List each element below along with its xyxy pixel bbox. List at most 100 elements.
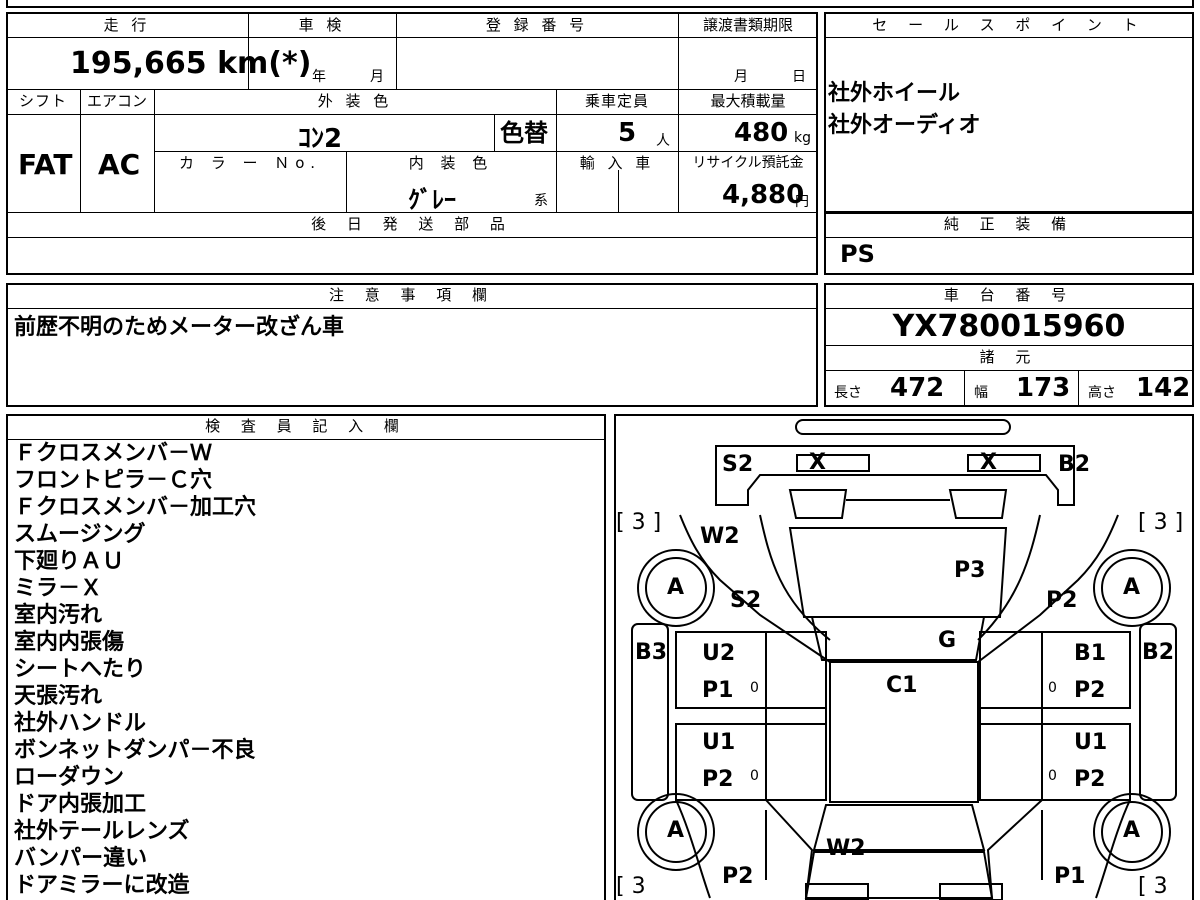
width-label: 幅 xyxy=(974,385,988,401)
label-a-rear-right: A xyxy=(1123,575,1141,600)
shift-header: シフト xyxy=(18,92,67,110)
transfer-day: 日 xyxy=(792,69,806,85)
inspection-month: 月 xyxy=(370,69,384,85)
aircon-header: エアコン xyxy=(86,92,147,110)
inspector-note-item: 下廻りＡＵ xyxy=(14,549,125,574)
inspector-note-item: フロントピラ－Ｃ穴 xyxy=(14,468,213,493)
inspection-year: 年 xyxy=(312,69,326,85)
inspector-note-item: Ｆクロスメンバ－加工穴 xyxy=(14,495,257,520)
mileage-header: 走 行 xyxy=(103,16,151,34)
genuine-equipment-value: PS xyxy=(840,240,875,268)
capacity-unit: 人 xyxy=(656,133,670,149)
transfer-deadline-header: 譲渡書類期限 xyxy=(702,16,793,34)
inspector-note-item: 室内内張傷 xyxy=(14,630,125,655)
tick-4: 0 xyxy=(1048,768,1057,784)
label-s2-rear: S2 xyxy=(722,452,754,477)
label-g: G xyxy=(938,628,957,653)
tick-1: 0 xyxy=(750,680,759,696)
registration-header: 登 録 番 号 xyxy=(485,16,589,34)
shift-value: FAT xyxy=(18,148,73,181)
transfer-month: 月 xyxy=(734,69,748,85)
repaint-label: 色替 xyxy=(500,119,548,147)
label-x-right: X xyxy=(980,450,997,475)
label-p2-left: P2 xyxy=(702,767,734,792)
inspector-note-item: ボンネットダンパ－不良 xyxy=(14,738,256,763)
bracket-bottom-right: [ 3 xyxy=(1138,874,1168,899)
top-edge-stub xyxy=(6,0,1194,8)
inspector-notes-list: Ｆクロスメンバ－Ｗ フロントピラ－Ｃ穴 Ｆクロスメンバ－加工穴 スムージング 下廻りＡＵ… xyxy=(14,440,256,899)
label-s2-left: S2 xyxy=(730,588,762,613)
inspector-header: 検 査 員 記 入 欄 xyxy=(205,417,407,435)
height-label: 高さ xyxy=(1088,385,1116,401)
inspection-header: 車 検 xyxy=(298,16,346,34)
max-load-value: 480 xyxy=(734,118,789,148)
label-b2-rear: B2 xyxy=(1058,452,1091,477)
inspector-note-item: 社外テールレンズ xyxy=(14,819,190,844)
genuine-equipment-header: 純 正 装 備 xyxy=(943,215,1075,233)
bracket-bottom-left: [ 3 xyxy=(616,874,646,899)
label-p2-right: P2 xyxy=(1046,588,1078,613)
inspector-note-item: シートへたり xyxy=(14,657,147,682)
label-p2-bottom: P2 xyxy=(722,864,754,889)
inspector-note-item: Ｆクロスメンバ－Ｗ xyxy=(14,441,213,466)
capacity-header: 乗車定員 xyxy=(584,92,649,110)
label-p1-bottom: P1 xyxy=(1054,864,1086,889)
inspector-note-item: 天張汚れ xyxy=(14,684,103,709)
label-u2: U2 xyxy=(702,641,736,666)
interior-color-suffix: 系 xyxy=(534,193,548,209)
color-no-header: カ ラ ー Ｎo. xyxy=(179,154,321,172)
label-u1-right: U1 xyxy=(1074,730,1108,755)
tick-2: 0 xyxy=(1048,680,1057,696)
car-body-diagram xyxy=(631,419,1177,900)
specs-header: 諸 元 xyxy=(979,348,1039,366)
recycle-unit: 円 xyxy=(795,194,809,210)
tick-3: 0 xyxy=(750,768,759,784)
label-a-rear-left: A xyxy=(667,575,685,600)
bracket-top-right: [ 3 ] xyxy=(1138,510,1184,535)
label-a-front-right: A xyxy=(1123,818,1141,843)
sales-point-2: 社外オーディオ xyxy=(828,113,981,138)
label-a-front-left: A xyxy=(667,818,685,843)
inspector-note-item: 社外ハンドル xyxy=(14,711,147,736)
recycle-value: 4,880 xyxy=(722,180,805,210)
length-value: 472 xyxy=(890,373,945,403)
inspector-note-item: ドア内張加工 xyxy=(14,792,147,817)
inspector-note-item: ローダウン xyxy=(14,765,125,790)
label-p2-mid-right: P2 xyxy=(1074,678,1106,703)
label-w2-rear: W2 xyxy=(700,524,740,549)
label-p1-left: P1 xyxy=(702,678,734,703)
sales-point-1: 社外ホイール xyxy=(828,81,961,106)
chassis-value: YX780015960 xyxy=(892,309,1126,344)
label-x-left: X xyxy=(809,450,826,475)
import-header: 輸 入 車 xyxy=(579,154,655,172)
inspector-note-item: バンパー違い xyxy=(14,846,148,871)
exterior-color-header: 外 装 色 xyxy=(317,92,393,110)
max-load-header: 最大積載量 xyxy=(710,92,786,110)
length-label: 長さ xyxy=(834,385,862,401)
capacity-value: 5 xyxy=(618,118,637,148)
label-p3: P3 xyxy=(954,558,986,583)
label-p2-right-lower: P2 xyxy=(1074,767,1106,792)
notes-header: 注 意 事 項 欄 xyxy=(328,286,496,304)
bracket-top-left: [ 3 ] xyxy=(616,510,662,535)
later-parts-header: 後 日 発 送 部 品 xyxy=(311,215,513,233)
width-value: 173 xyxy=(1016,373,1071,403)
aircon-value: AC xyxy=(98,148,141,181)
inspector-note-item: ミラ－Ｘ xyxy=(14,576,103,601)
interior-color-value: ｸﾞﾚｰ xyxy=(408,186,456,214)
inspector-note-item: スムージング xyxy=(14,522,146,547)
chassis-header: 車 台 番 号 xyxy=(943,286,1075,304)
label-b1: B1 xyxy=(1074,641,1107,666)
height-value: 142 xyxy=(1136,373,1191,403)
sales-point-header: セ ー ル ス ポ イ ン ト xyxy=(872,16,1146,34)
label-w2-front: W2 xyxy=(826,836,866,861)
label-c1: C1 xyxy=(886,673,918,698)
recycle-header: リサイクル預託金 xyxy=(692,155,804,171)
notes-value: 前歴不明のためメーター改ざん車 xyxy=(14,315,345,340)
inspector-note-item: 室内汚れ xyxy=(14,603,103,628)
label-b2-right: B2 xyxy=(1142,640,1175,665)
interior-color-header: 内 装 色 xyxy=(408,154,494,172)
label-u1-left: U1 xyxy=(702,730,736,755)
label-b3: B3 xyxy=(635,640,668,665)
max-load-unit: kg xyxy=(794,130,811,146)
